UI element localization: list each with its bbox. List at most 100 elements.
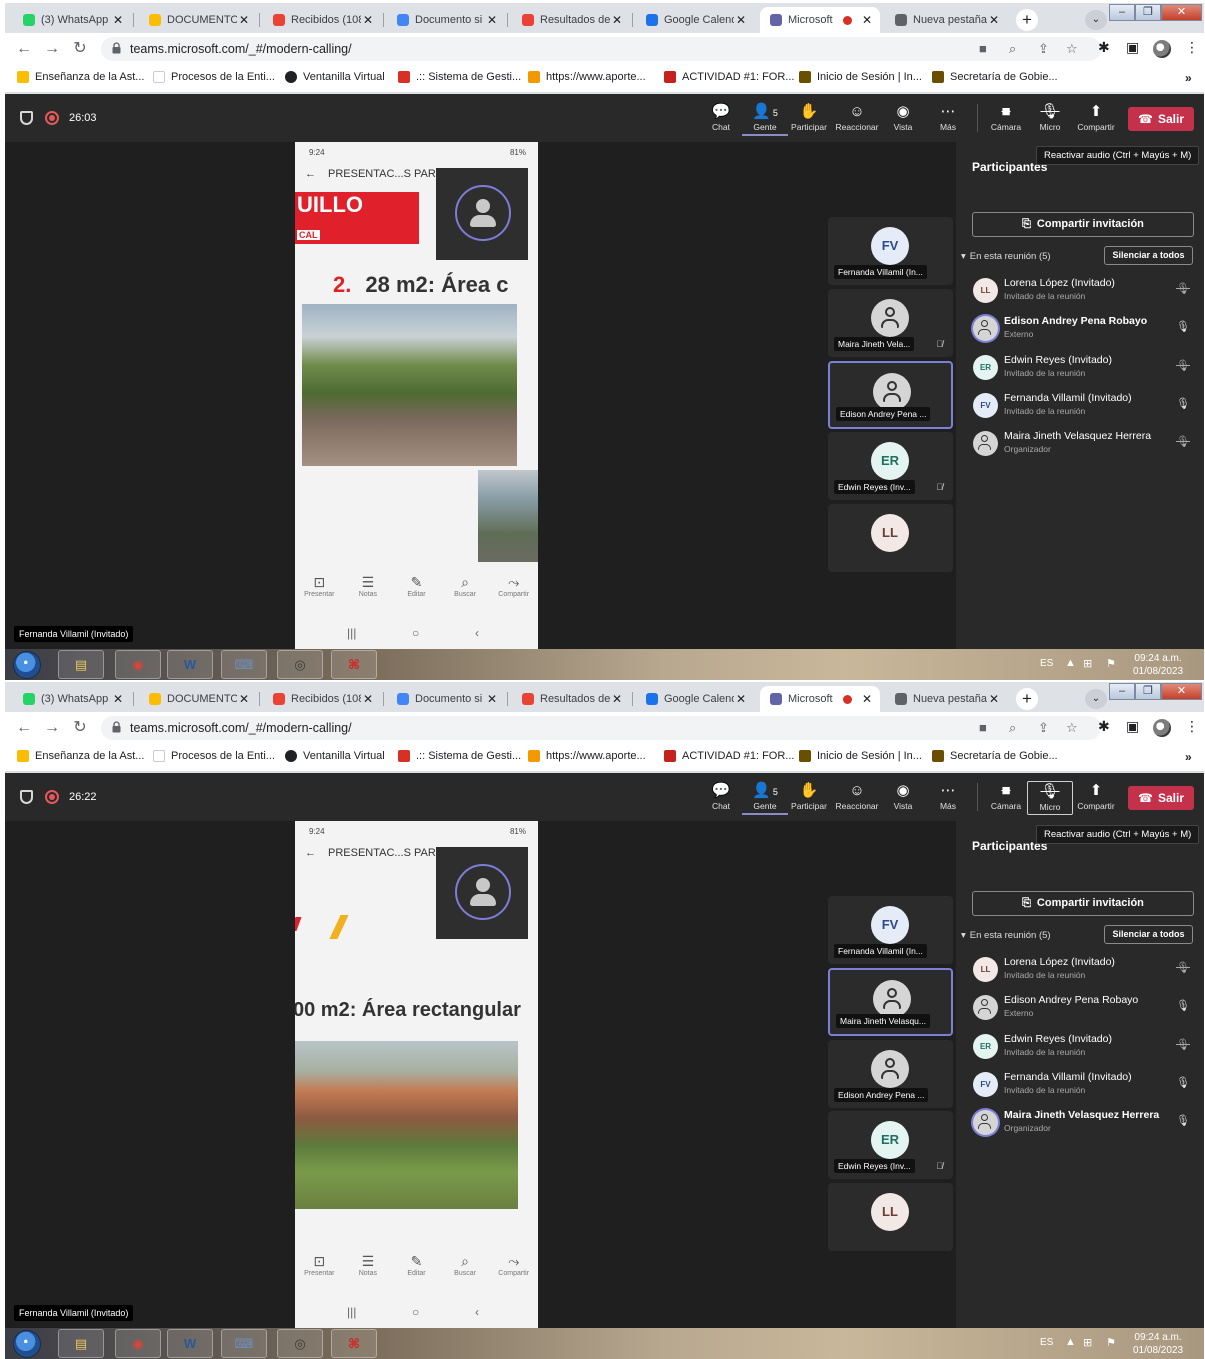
browser-tab[interactable]: Recibidos (108 ✕ xyxy=(263,7,381,33)
bookmark-item[interactable]: ACTIVIDAD #1: FOR... xyxy=(664,71,794,83)
bookmark-item[interactable]: Procesos de la Enti... xyxy=(153,71,275,83)
start-button[interactable] xyxy=(13,651,41,679)
language-indicator[interactable]: ES xyxy=(1040,1337,1053,1348)
back-arrow-icon[interactable]: ← xyxy=(305,168,316,180)
tab-close-icon[interactable]: ✕ xyxy=(237,13,251,27)
bookmark-item[interactable]: Enseñanza de la Ast... xyxy=(17,750,144,762)
bookmark-item[interactable]: .:: Sistema de Gesti... xyxy=(398,71,521,83)
tab-close-icon[interactable]: ✕ xyxy=(610,13,624,27)
show-hidden-icons-icon[interactable]: ▲ xyxy=(1065,1336,1076,1348)
people-button[interactable]: 👤 5 Gente xyxy=(742,102,788,136)
share-invite-button[interactable]: ⎘ Compartir invitación xyxy=(972,212,1194,237)
more-bookmarks-icon[interactable]: » xyxy=(1185,71,1192,85)
action-center-icon[interactable]: ⚑ xyxy=(1106,657,1116,670)
participant-row[interactable]: ER Edwin Reyes (Invitado) Invitado de la r… xyxy=(972,1030,1194,1066)
view-button[interactable]: ◉ Vista xyxy=(880,781,926,815)
participant-tile[interactable]: Maira Jineth Velasqu... xyxy=(828,968,953,1036)
maximize-button[interactable]: ❐ xyxy=(1135,4,1161,21)
back-arrow-icon[interactable]: ← xyxy=(15,40,33,58)
acrobat-icon[interactable]: ⌘ xyxy=(331,1329,377,1358)
reload-icon[interactable]: ↻ xyxy=(71,719,89,737)
participant-tile[interactable]: Edison Andrey Pena ... xyxy=(828,361,953,429)
tab-close-icon[interactable]: ✕ xyxy=(987,13,1001,27)
browser-tab[interactable]: Documento si ✕ xyxy=(387,686,505,712)
meeting-info-shield-icon[interactable] xyxy=(20,111,33,125)
tab-close-icon[interactable]: ✕ xyxy=(734,13,748,27)
more-bookmarks-icon[interactable]: » xyxy=(1185,750,1192,764)
present-slide-button[interactable]: ⊡ Presentar xyxy=(297,573,341,613)
tab-search-chevron-icon[interactable]: ⌄ xyxy=(1085,10,1107,30)
notes-slide-button[interactable]: ☰ Notas xyxy=(346,573,390,613)
forward-arrow-icon[interactable]: → xyxy=(43,719,61,737)
address-bar[interactable]: teams.microsoft.com/_#/modern-calling/ ■ ⌕… xyxy=(101,716,1101,740)
bookmark-item[interactable]: Secretaría de Gobie... xyxy=(932,71,1058,83)
tab-close-icon[interactable]: ✕ xyxy=(111,692,125,706)
profile-avatar[interactable] xyxy=(1153,719,1171,737)
start-button[interactable] xyxy=(13,1330,41,1358)
bookmark-star-icon[interactable]: ☆ xyxy=(1066,720,1078,736)
tab-close-icon[interactable]: ✕ xyxy=(734,692,748,706)
chrome-icon[interactable]: ◉ xyxy=(115,650,161,679)
participant-row[interactable]: Edison Andrey Pena Robayo Externo 🎙 xyxy=(972,312,1194,348)
browser-menu-icon[interactable]: ⋮ xyxy=(1185,718,1199,735)
back-arrow-icon[interactable]: ← xyxy=(305,847,316,859)
edit-slide-button[interactable]: ✎ Editar xyxy=(394,573,438,613)
browser-tab[interactable]: Nueva pestaña ✕ xyxy=(885,7,1007,33)
participant-tile[interactable]: LL xyxy=(828,504,953,572)
participant-tile[interactable]: FV Fernanda Villamil (In... xyxy=(828,217,953,285)
bookmark-item[interactable]: Enseñanza de la Ast... xyxy=(17,71,144,83)
zoom-icon[interactable]: ⌕ xyxy=(1009,720,1016,736)
extensions-puzzle-icon[interactable]: ✱ xyxy=(1098,39,1110,56)
mute-all-button[interactable]: Silenciar a todos xyxy=(1104,246,1193,265)
browser-tab[interactable]: Google Calend ✕ xyxy=(636,686,754,712)
react-button[interactable]: ☺ Reaccionar xyxy=(834,102,880,136)
more-button[interactable]: ⋯ Más xyxy=(925,781,971,815)
bookmark-item[interactable]: https://www.aporte... xyxy=(528,750,646,762)
show-hidden-icons-icon[interactable]: ▲ xyxy=(1065,657,1076,669)
participant-tile[interactable]: LL xyxy=(828,1183,953,1251)
browser-tab[interactable]: Microsoft ✕ xyxy=(760,686,880,712)
side-panel-icon[interactable]: ▣ xyxy=(1126,39,1139,56)
close-window-button[interactable]: ✕ xyxy=(1161,683,1202,700)
tab-close-icon[interactable]: ✕ xyxy=(987,692,1001,706)
bookmark-item[interactable]: Ventanilla Virtual xyxy=(285,71,385,83)
in-meeting-section-toggle[interactable]: ▾ En esta reunión (5) xyxy=(961,251,1051,262)
address-bar[interactable]: teams.microsoft.com/_#/modern-calling/ ■ ⌕… xyxy=(101,37,1101,61)
raise-hand-button[interactable]: ✋ Participar xyxy=(786,781,832,815)
share-invite-button[interactable]: ⎘ Compartir invitación xyxy=(972,891,1194,916)
camera-button[interactable]: ■ Cámara xyxy=(983,781,1029,815)
tab-close-icon[interactable]: ✕ xyxy=(485,13,499,27)
participant-tile[interactable]: Maira Jineth Vela... 🎙̸ xyxy=(828,289,953,357)
bookmark-item[interactable]: Inicio de Sesión | In... xyxy=(799,750,922,762)
browser-tab[interactable]: Resultados de ✕ xyxy=(512,7,630,33)
search-slide-button[interactable]: ⌕ Buscar xyxy=(443,573,487,613)
bookmark-item[interactable]: https://www.aporte... xyxy=(528,71,646,83)
system-clock[interactable]: 09:24 a.m. 01/08/2023 xyxy=(1133,652,1183,678)
camera-in-use-icon[interactable]: ■ xyxy=(979,720,987,735)
view-button[interactable]: ◉ Vista xyxy=(880,102,926,136)
keyboard-app-icon[interactable]: ⌨ xyxy=(221,1329,267,1358)
browser-tab[interactable]: Microsoft ✕ xyxy=(760,7,880,33)
react-button[interactable]: ☺ Reaccionar xyxy=(834,781,880,815)
tab-close-icon[interactable]: ✕ xyxy=(361,692,375,706)
bookmark-item[interactable]: Procesos de la Enti... xyxy=(153,750,275,762)
android-back-icon[interactable]: ‹ xyxy=(475,1305,479,1319)
meeting-info-shield-icon[interactable] xyxy=(20,790,33,804)
file-explorer-icon[interactable]: ▤ xyxy=(58,1329,104,1358)
bookmark-star-icon[interactable]: ☆ xyxy=(1066,41,1078,57)
minimize-button[interactable]: – xyxy=(1109,683,1135,700)
tab-close-icon[interactable]: ✕ xyxy=(361,13,375,27)
camera-in-use-icon[interactable]: ■ xyxy=(979,41,987,56)
notes-slide-button[interactable]: ☰ Notas xyxy=(346,1252,390,1292)
share-button[interactable]: ⬆ Compartir xyxy=(1073,781,1119,815)
participant-tile[interactable]: ER Edwin Reyes (Inv... 🎙̸ xyxy=(828,1111,953,1179)
recents-icon[interactable]: ||| xyxy=(347,626,356,640)
bookmark-item[interactable]: Ventanilla Virtual xyxy=(285,750,385,762)
recents-icon[interactable]: ||| xyxy=(347,1305,356,1319)
word-icon[interactable]: W xyxy=(167,650,213,679)
bookmark-item[interactable]: Secretaría de Gobie... xyxy=(932,750,1058,762)
minimize-button[interactable]: – xyxy=(1109,4,1135,21)
new-tab-button[interactable]: + xyxy=(1016,9,1038,31)
in-meeting-section-toggle[interactable]: ▾ En esta reunión (5) xyxy=(961,930,1051,941)
browser-tab[interactable]: (3) WhatsApp ✕ xyxy=(13,7,131,33)
